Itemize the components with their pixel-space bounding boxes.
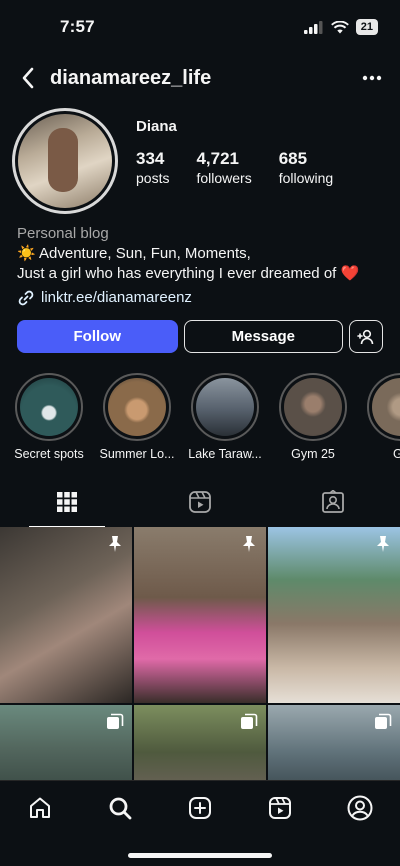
stat-label: followers <box>196 170 252 186</box>
highlight-item[interactable]: Gy <box>367 373 400 461</box>
more-options-button[interactable] <box>362 68 382 86</box>
highlight-label: Secret spots <box>14 447 84 461</box>
post-thumbnail[interactable] <box>134 527 266 703</box>
highlight-item[interactable]: Summer Lo... <box>99 373 175 461</box>
highlight-label: Gy <box>393 447 400 461</box>
nav-reels[interactable] <box>260 793 300 823</box>
stat-followers[interactable]: 4,721 followers <box>196 149 251 187</box>
more-icon <box>362 75 382 81</box>
link-icon <box>18 290 34 306</box>
nav-profile[interactable] <box>340 793 380 823</box>
highlight-cover <box>284 378 342 436</box>
profile-actions: Follow Message <box>0 308 400 353</box>
stat-value: 4,721 <box>196 149 240 168</box>
story-highlights: Secret spots Summer Lo... Lake Taraw... … <box>0 353 400 461</box>
stat-value: 685 <box>278 149 308 168</box>
highlight-cover <box>196 378 254 436</box>
post-thumbnail[interactable] <box>268 527 400 703</box>
highlight-ring <box>279 373 347 441</box>
highlight-item[interactable]: Secret spots <box>14 373 84 461</box>
pin-icon <box>243 536 255 552</box>
post-thumbnail[interactable] <box>268 705 400 791</box>
post-thumbnail[interactable] <box>0 527 132 703</box>
battery-indicator: 21 <box>355 19 378 35</box>
highlight-cover <box>20 378 78 436</box>
status-time: 7:57 <box>60 17 95 36</box>
tab-posts-grid[interactable] <box>0 477 133 527</box>
multi-post-icon <box>241 713 258 729</box>
follow-button[interactable]: Follow <box>17 320 178 353</box>
pin-icon <box>109 536 121 552</box>
post-thumbnail[interactable] <box>134 705 266 791</box>
profile-header: dianamareez_life <box>0 54 400 102</box>
suggested-users-button[interactable] <box>349 320 383 353</box>
posts-grid <box>0 527 400 791</box>
tagged-icon <box>322 490 345 513</box>
highlight-cover <box>372 378 400 436</box>
highlight-ring <box>191 373 259 441</box>
wifi-icon <box>330 20 349 33</box>
avatar[interactable] <box>12 108 118 214</box>
bio: Personal blog ☀️ Adventure, Sun, Fun, Mo… <box>0 214 400 308</box>
highlight-item[interactable]: Lake Taraw... <box>188 373 262 461</box>
profile-info: Diana 334 posts 4,721 followers 685 foll… <box>136 108 333 214</box>
profile-stats: 334 posts 4,721 followers 685 following <box>136 149 333 187</box>
status-icons: 21 <box>303 19 378 35</box>
display-name: Diana <box>136 118 177 135</box>
status-bar: 7:57 21 <box>0 0 400 54</box>
profile-username: dianamareez_life <box>50 66 212 89</box>
bottom-navigation <box>0 780 400 866</box>
add-person-icon <box>357 329 374 344</box>
message-button[interactable]: Message <box>183 320 344 353</box>
profile-summary: Diana 334 posts 4,721 followers 685 foll… <box>0 102 400 214</box>
home-icon <box>30 797 50 818</box>
profile-icon <box>347 795 373 821</box>
highlight-label: Gym 25 <box>291 447 335 461</box>
multi-post-icon <box>375 713 392 729</box>
back-button[interactable] <box>12 62 44 94</box>
home-indicator <box>128 853 272 858</box>
nav-home[interactable] <box>20 793 60 823</box>
stat-label: posts <box>136 170 170 186</box>
tab-reels[interactable] <box>133 477 266 527</box>
bio-line: ☀️ Adventure, Sun, Fun, Moments, <box>17 245 251 262</box>
highlight-cover <box>108 378 166 436</box>
tab-tagged[interactable] <box>267 477 400 527</box>
create-icon <box>189 797 211 819</box>
bio-link[interactable]: linktr.ee/dianamareenz <box>17 288 383 308</box>
bio-link-text: linktr.ee/dianamareenz <box>41 289 192 306</box>
highlight-ring <box>367 373 400 441</box>
pin-icon <box>377 536 389 552</box>
highlight-label: Summer Lo... <box>99 447 175 461</box>
search-icon <box>109 797 132 820</box>
bio-line: Just a girl who has everything I ever dr… <box>17 265 360 282</box>
nav-create[interactable] <box>180 793 220 823</box>
stat-value: 334 <box>136 149 165 168</box>
highlight-ring <box>15 373 83 441</box>
multi-post-icon <box>107 713 124 729</box>
chevron-left-icon <box>22 67 34 89</box>
grid-icon <box>56 492 77 512</box>
highlight-ring <box>103 373 171 441</box>
highlight-item[interactable]: Gym 25 <box>279 373 347 461</box>
reels-icon <box>269 797 291 819</box>
stat-following[interactable]: 685 following <box>279 149 333 187</box>
nav-search[interactable] <box>100 793 140 823</box>
reels-icon <box>189 491 211 513</box>
avatar-image <box>18 114 112 208</box>
signal-icon <box>303 20 323 34</box>
stat-posts[interactable]: 334 posts <box>136 149 169 187</box>
highlight-label: Lake Taraw... <box>188 447 262 461</box>
post-thumbnail[interactable] <box>0 705 132 791</box>
stat-label: following <box>278 170 334 186</box>
profile-tabs <box>0 477 400 527</box>
bio-category: Personal blog <box>17 225 109 242</box>
